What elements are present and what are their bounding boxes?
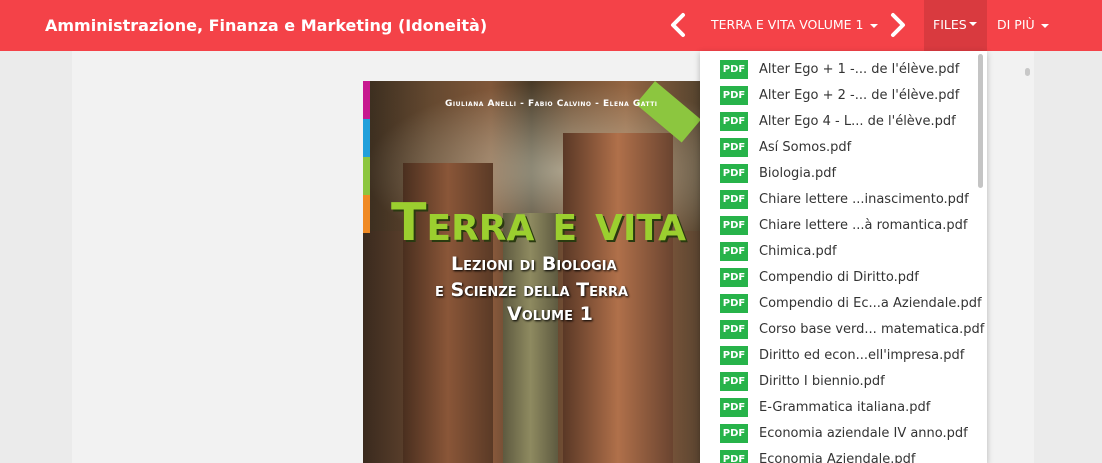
file-name: Alter Ego + 2 -... de l'élève.pdf — [759, 88, 960, 103]
chevron-down-icon — [869, 23, 878, 28]
more-menu-button[interactable]: DI PIÙ — [997, 17, 1049, 32]
app-title[interactable]: Amministrazione, Finanza e Marketing (Id… — [45, 16, 487, 35]
cover-color-stripe — [363, 195, 370, 233]
file-item[interactable]: PDF Chiare lettere ...à romantica.pdf — [720, 216, 970, 236]
file-item[interactable]: PDF Alter Ego 4 - L... de l'élève.pdf — [720, 112, 970, 132]
file-name: Chimica.pdf — [759, 244, 837, 259]
file-item[interactable]: PDF Economia Aziendale.pdf — [720, 450, 970, 463]
cover-title: Terra e vita — [391, 193, 687, 253]
files-menu-button[interactable]: FILES — [924, 0, 987, 51]
volume-selector[interactable]: TERRA E VITA VOLUME 1 — [711, 17, 878, 32]
file-item[interactable]: PDF Alter Ego + 1 -... de l'élève.pdf — [720, 60, 970, 80]
file-name: Economia Aziendale.pdf — [759, 452, 916, 463]
pdf-file-icon: PDF — [720, 294, 748, 313]
file-name: Economia aziendale IV anno.pdf — [759, 426, 968, 441]
file-name: Chiare lettere ...à romantica.pdf — [759, 218, 968, 233]
file-name: Así Somos.pdf — [759, 140, 852, 155]
file-item[interactable]: PDF E-Grammatica italiana.pdf — [720, 398, 970, 418]
file-item[interactable]: PDF Economia aziendale IV anno.pdf — [720, 424, 970, 444]
pdf-file-icon: PDF — [720, 268, 748, 287]
file-item[interactable]: PDF Alter Ego + 2 -... de l'élève.pdf — [720, 86, 970, 106]
more-menu-label: DI PIÙ — [997, 17, 1035, 32]
viewer-scrollbar[interactable] — [1025, 68, 1030, 76]
file-item[interactable]: PDF Diritto I biennio.pdf — [720, 372, 970, 392]
file-name: Diritto ed econ...ell'impresa.pdf — [759, 348, 965, 363]
cover-authors: Giuliana Anelli - Fabio Calvino - Elena … — [445, 99, 658, 109]
pdf-file-icon: PDF — [720, 424, 748, 443]
file-item[interactable]: PDF Así Somos.pdf — [720, 138, 970, 158]
volume-selector-label: TERRA E VITA VOLUME 1 — [711, 17, 864, 32]
file-item[interactable]: PDF Chimica.pdf — [720, 242, 970, 262]
cover-subtitle: Lezioni di Biologia — [451, 253, 617, 275]
chevron-down-icon — [969, 22, 977, 26]
cover-subtitle: e Scienze della Terra — [435, 279, 629, 301]
pdf-file-icon: PDF — [720, 112, 748, 131]
file-item[interactable]: PDF Chiare lettere ...inascimento.pdf — [720, 190, 970, 210]
file-item[interactable]: PDF Compendio di Diritto.pdf — [720, 268, 970, 288]
pdf-file-icon: PDF — [720, 86, 748, 105]
pdf-file-icon: PDF — [720, 320, 748, 339]
pdf-file-icon: PDF — [720, 346, 748, 365]
file-name: Alter Ego + 1 -... de l'élève.pdf — [759, 62, 960, 77]
previous-arrow-icon[interactable] — [668, 12, 688, 38]
next-arrow-icon[interactable] — [888, 12, 908, 38]
pdf-file-icon: PDF — [720, 138, 748, 157]
cover-color-stripe — [363, 157, 370, 195]
pdf-file-icon: PDF — [720, 372, 748, 391]
file-item[interactable]: PDF Diritto ed econ...ell'impresa.pdf — [720, 346, 970, 366]
file-name: Alter Ego 4 - L... de l'élève.pdf — [759, 114, 956, 129]
pdf-file-icon: PDF — [720, 164, 748, 183]
pdf-file-icon: PDF — [720, 60, 748, 79]
cover-color-stripe — [363, 81, 370, 119]
file-name: Compendio di Diritto.pdf — [759, 270, 919, 285]
pdf-file-icon: PDF — [720, 398, 748, 417]
dropdown-scrollbar[interactable] — [978, 54, 983, 188]
file-name: Chiare lettere ...inascimento.pdf — [759, 192, 969, 207]
top-bar: Amministrazione, Finanza e Marketing (Id… — [0, 0, 1102, 51]
files-menu-label: FILES — [933, 17, 967, 32]
file-item[interactable]: PDF Compendio di Ec...a Aziendale.pdf — [720, 294, 982, 314]
file-name: E-Grammatica italiana.pdf — [759, 400, 931, 415]
file-item[interactable]: PDF Biologia.pdf — [720, 164, 970, 184]
pdf-file-icon: PDF — [720, 190, 748, 209]
file-name: Biologia.pdf — [759, 166, 837, 181]
file-name: Diritto I biennio.pdf — [759, 374, 885, 389]
chevron-down-icon — [1040, 23, 1049, 28]
pdf-file-icon: PDF — [720, 242, 748, 261]
pdf-file-icon: PDF — [720, 216, 748, 235]
file-name: Compendio di Ec...a Aziendale.pdf — [759, 296, 982, 311]
files-dropdown: PDF Alter Ego + 1 -... de l'élève.pdf PDF A… — [700, 51, 987, 463]
book-cover: Giuliana Anelli - Fabio Calvino - Elena … — [363, 81, 700, 463]
pdf-file-icon: PDF — [720, 450, 748, 463]
cover-volume: Volume 1 — [507, 303, 593, 325]
file-item[interactable]: PDF Corso base verd... matematica.pdf — [720, 320, 984, 340]
file-name: Corso base verd... matematica.pdf — [759, 322, 985, 337]
cover-color-stripe — [363, 119, 370, 157]
